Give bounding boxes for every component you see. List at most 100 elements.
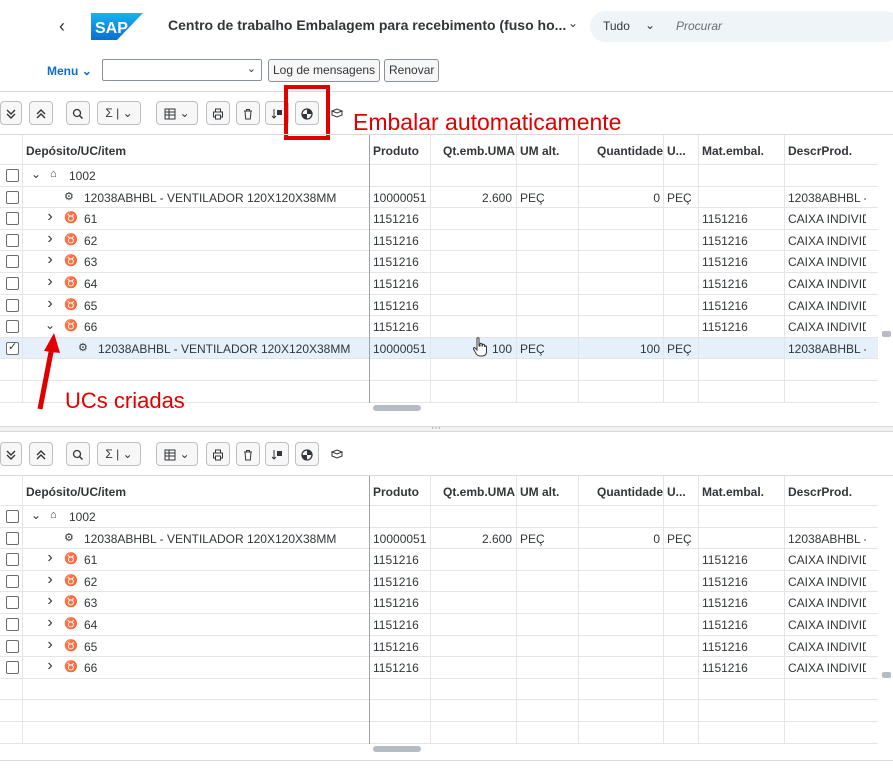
expand-chevron-icon[interactable]: › xyxy=(44,251,56,269)
col-header-u[interactable]: U... xyxy=(667,485,689,499)
expand-chevron-icon[interactable]: › xyxy=(44,636,56,654)
table-row[interactable]: › ♉ 62 1151216 1151216 CAIXA INDIVIDU xyxy=(0,230,878,252)
column-divider[interactable] xyxy=(369,476,370,744)
row-checkbox[interactable] xyxy=(6,255,19,269)
col-header-descrprod[interactable]: DescrProd. xyxy=(788,144,852,158)
table-row[interactable]: ⌄ ⌂ 1002 xyxy=(0,506,878,528)
pane-splitter[interactable]: ⋯ xyxy=(0,423,893,434)
search-icon[interactable] xyxy=(66,101,90,125)
table-row[interactable]: ⌄ ⌂ 1002 xyxy=(0,165,878,187)
expand-chevron-icon[interactable]: › xyxy=(44,295,56,313)
col-header-u[interactable]: U... xyxy=(667,144,689,158)
right-vscrollbar[interactable] xyxy=(882,331,891,337)
expand-all-icon[interactable] xyxy=(0,101,22,125)
collapse-all-icon[interactable] xyxy=(29,442,53,466)
message-log-button[interactable]: Log de mensagens xyxy=(268,59,381,82)
expand-chevron-icon[interactable]: › xyxy=(44,657,56,675)
col-header-quantidade[interactable]: Quantidade xyxy=(597,485,663,499)
table-row[interactable]: › ♉ 64 1151216 1151216 CAIXA INDIVIDU xyxy=(0,614,878,636)
row-checkbox[interactable] xyxy=(6,531,19,545)
expand-chevron-icon[interactable]: › xyxy=(44,571,56,589)
bottom-grid-hscrollbar[interactable] xyxy=(373,746,421,752)
title-dropdown-icon[interactable]: ⌄ xyxy=(568,16,578,30)
expand-chevron-icon[interactable]: › xyxy=(44,592,56,610)
row-checkbox[interactable] xyxy=(6,553,19,567)
table-row[interactable]: › ♉ 64 1151216 1151216 CAIXA INDIVIDU xyxy=(0,273,878,295)
expand-all-icon[interactable] xyxy=(0,442,22,466)
expand-chevron-icon[interactable]: › xyxy=(44,614,56,632)
row-checkbox[interactable] xyxy=(6,574,19,588)
row-checkbox[interactable] xyxy=(6,320,19,334)
table-row[interactable]: › ♉ 62 1151216 1151216 CAIXA INDIVIDU xyxy=(0,571,878,593)
expand-chevron-icon[interactable]: › xyxy=(44,273,56,291)
row-checkbox[interactable] xyxy=(6,190,19,204)
table-row[interactable]: › ♉ 65 1151216 1151216 CAIXA INDIVIDU xyxy=(0,636,878,658)
collapse-chevron-icon[interactable]: ⌄ xyxy=(30,167,42,181)
row-checkbox[interactable] xyxy=(6,277,19,290)
table-row[interactable]: › ♉ 65 1151216 1151216 CAIXA INDIVIDU xyxy=(0,295,878,317)
layout-menu-button[interactable]: ⌄ xyxy=(156,442,198,466)
sum-menu-button[interactable]: Σ | ⌄ xyxy=(97,442,141,466)
col-header-qt-emb[interactable]: Qt.emb.UMA xyxy=(443,485,515,499)
table-row[interactable] xyxy=(0,722,878,744)
table-row[interactable]: ⚙ 12038ABHBL - VENTILADOR 120X120X38MM 100… xyxy=(0,337,878,360)
row-checkbox[interactable] xyxy=(6,298,19,312)
delete-icon[interactable] xyxy=(236,442,260,466)
row-checkbox[interactable] xyxy=(6,618,19,631)
grip-icon[interactable]: ⋯ xyxy=(431,423,441,434)
col-header-descrprod[interactable]: DescrProd. xyxy=(788,485,852,499)
print-icon[interactable] xyxy=(206,442,230,466)
col-header-mat-embal[interactable]: Mat.embal. xyxy=(702,144,764,158)
table-row[interactable]: ⌄ ♉ 66 1151216 1151216 CAIXA INDIVIDU xyxy=(0,316,878,338)
col-header-deposito[interactable]: Depósito/UC/item xyxy=(26,485,126,499)
table-row[interactable] xyxy=(0,359,878,381)
collapse-chevron-icon[interactable]: ⌄ xyxy=(44,318,56,332)
pack-automatically-icon[interactable] xyxy=(295,442,319,466)
table-row[interactable]: ⚙ 12038ABHBL - VENTILADOR 120X120X38MM 100… xyxy=(0,187,878,209)
table-row[interactable] xyxy=(0,700,878,722)
right-vscrollbar[interactable] xyxy=(882,672,891,678)
col-header-um-alt[interactable]: UM alt. xyxy=(520,144,559,158)
layout-menu-button[interactable]: ⌄ xyxy=(156,101,198,125)
table-row[interactable]: › ♉ 66 1151216 1151216 CAIXA INDIVIDU xyxy=(0,657,878,679)
refresh-button[interactable]: Renovar xyxy=(384,59,440,82)
back-button[interactable]: ‹ xyxy=(54,14,70,38)
col-header-produto[interactable]: Produto xyxy=(373,485,419,499)
unpack-icon[interactable] xyxy=(265,442,289,466)
workcenter-combo[interactable]: ⌄ xyxy=(102,59,262,81)
row-checkbox[interactable] xyxy=(6,340,19,355)
col-header-qt-emb[interactable]: Qt.emb.UMA xyxy=(443,144,515,158)
table-row[interactable] xyxy=(0,679,878,701)
row-checkbox[interactable] xyxy=(6,233,19,247)
chevron-down-icon[interactable]: ⌄ xyxy=(247,62,256,75)
row-checkbox[interactable] xyxy=(6,596,19,610)
sap-logo[interactable]: SAP xyxy=(91,13,143,40)
row-checkbox[interactable] xyxy=(6,661,19,675)
sum-menu-button[interactable]: Σ | ⌄ xyxy=(97,101,141,125)
expand-chevron-icon[interactable]: › xyxy=(44,230,56,248)
menu-button[interactable]: Menu ⌄ xyxy=(47,64,92,78)
row-checkbox[interactable] xyxy=(6,169,19,182)
row-checkbox[interactable] xyxy=(6,212,19,226)
search-bar[interactable]: Tudo ⌄ Procurar xyxy=(590,11,893,42)
search-icon[interactable] xyxy=(66,442,90,466)
delete-icon[interactable] xyxy=(236,101,260,125)
chevron-down-icon[interactable]: ⌄ xyxy=(645,18,655,32)
print-icon[interactable] xyxy=(206,101,230,125)
expand-chevron-icon[interactable]: › xyxy=(44,208,56,226)
col-header-quantidade[interactable]: Quantidade xyxy=(597,144,663,158)
col-header-produto[interactable]: Produto xyxy=(373,144,419,158)
table-row[interactable]: › ♉ 61 1151216 1151216 CAIXA INDIVIDU xyxy=(0,208,878,230)
col-header-um-alt[interactable]: UM alt. xyxy=(520,485,559,499)
column-divider[interactable] xyxy=(369,135,370,403)
expand-chevron-icon[interactable]: › xyxy=(44,549,56,567)
table-row[interactable]: › ♉ 63 1151216 1151216 CAIXA INDIVIDU xyxy=(0,592,878,614)
table-row[interactable]: › ♉ 63 1151216 1151216 CAIXA INDIVIDU xyxy=(0,251,878,273)
row-checkbox[interactable] xyxy=(6,639,19,653)
search-scope[interactable]: Tudo xyxy=(603,19,630,33)
collapse-all-icon[interactable] xyxy=(29,101,53,125)
row-checkbox[interactable] xyxy=(6,510,19,523)
table-row[interactable]: ⚙ 12038ABHBL - VENTILADOR 120X120X38MM 100… xyxy=(0,528,878,550)
search-input[interactable]: Procurar xyxy=(676,19,722,33)
pack-all-icon[interactable] xyxy=(325,442,349,466)
